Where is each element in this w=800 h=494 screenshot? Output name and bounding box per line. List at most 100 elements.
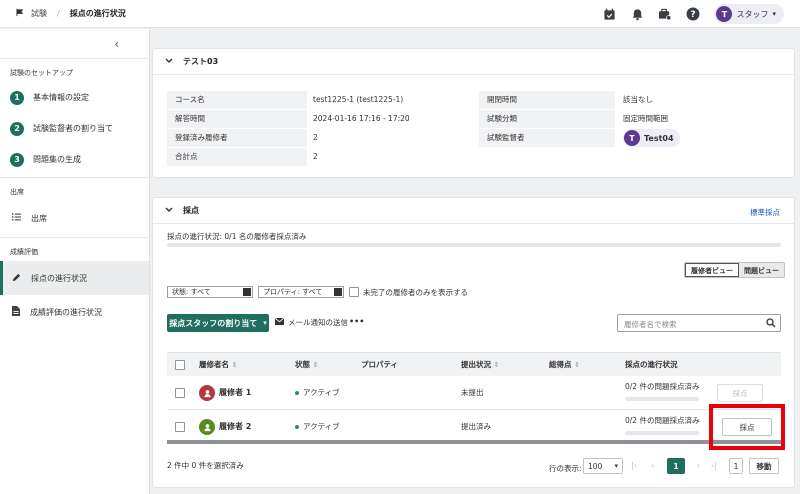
sidebar-item-grade-evaluation[interactable]: 成績評価の進行状況 bbox=[0, 295, 149, 329]
column-student-name[interactable]: 履修者名 ⇕ bbox=[199, 353, 238, 377]
sidebar-item-basic-info[interactable]: 1 基本情報の設定 bbox=[0, 82, 149, 113]
step-number: 3 bbox=[10, 152, 24, 167]
standard-grading-link[interactable]: 標準採点 bbox=[750, 207, 780, 218]
grading-card: 採点 標準採点 採点の進行状況: 0/1 名の履修者採点済み 履修者ビュー 問題… bbox=[152, 197, 795, 488]
grading-progress-bar bbox=[167, 243, 781, 247]
rows-per-page-select[interactable]: 100 ▾ bbox=[583, 458, 623, 474]
go-button[interactable]: 移動 bbox=[749, 458, 779, 474]
attendance-section-title: 出席 bbox=[10, 188, 24, 196]
briefcase-gear-icon[interactable] bbox=[658, 7, 672, 21]
person-avatar-icon bbox=[199, 419, 215, 435]
more-options-icon[interactable]: ••• bbox=[349, 317, 364, 326]
course-label: コース名 bbox=[167, 91, 307, 109]
sidebar-item-proctor-assign[interactable]: 2 試験監督者の割り当て bbox=[0, 113, 149, 144]
column-status[interactable]: 状態 ⇕ bbox=[295, 353, 319, 377]
rows-per-page-label: 行の表示: bbox=[549, 464, 582, 473]
category-label: 試験分類 bbox=[479, 110, 615, 128]
caret-down-icon: ▾ bbox=[614, 462, 618, 470]
sidebar-item-label: 出席 bbox=[31, 213, 47, 223]
sidebar-item-label: 問題集の生成 bbox=[33, 155, 81, 164]
mail-icon bbox=[274, 317, 285, 327]
last-page-icon[interactable]: ›| bbox=[711, 461, 717, 470]
proctor-value: Test04 bbox=[644, 133, 674, 143]
grading-title: 採点 bbox=[183, 206, 199, 215]
breadcrumb-root[interactable]: 試験 bbox=[31, 8, 47, 19]
calendar-check-icon[interactable] bbox=[602, 7, 616, 21]
page-number-input[interactable]: 1 bbox=[729, 458, 743, 474]
student-view-button[interactable]: 履修者ビュー bbox=[685, 263, 739, 277]
grade-button-disabled: 採点 bbox=[717, 384, 763, 402]
row-progress-bar bbox=[625, 397, 699, 401]
document-icon bbox=[12, 306, 20, 318]
exam-card-header[interactable]: テスト03 bbox=[153, 49, 794, 75]
first-page-icon[interactable]: |‹ bbox=[631, 461, 637, 470]
sidebar-item-grading-progress[interactable]: 採点の進行状況 bbox=[0, 261, 149, 295]
grading-progress-text: 採点の進行状況: 0/1 名の履修者採点済み bbox=[167, 232, 307, 241]
sidebar-item-question-set[interactable]: 3 問題集の生成 bbox=[0, 144, 149, 175]
step-number: 1 bbox=[10, 90, 24, 105]
registered-label: 登録済み履修者 bbox=[167, 129, 307, 147]
caret-down-icon: ▾ bbox=[263, 319, 267, 327]
assign-grader-button[interactable]: 採点スタッフの割り当て ▾ bbox=[167, 314, 269, 332]
send-mail-button[interactable]: メール通知の送信 bbox=[274, 317, 348, 328]
open-time-value: 該当なし bbox=[623, 95, 653, 104]
setup-section-title: 試験のセットアップ bbox=[10, 69, 73, 77]
student-search-input[interactable]: 履修者名で検索 bbox=[617, 314, 781, 332]
open-time-label: 開閉時間 bbox=[479, 91, 615, 109]
current-page-button[interactable]: 1 bbox=[667, 458, 685, 474]
rows-per-page-value: 100 bbox=[588, 461, 603, 471]
exam-info-card: テスト03 コース名 test1225-1 (test1225-1) 解答時間 … bbox=[152, 48, 795, 178]
answer-time-value: 2024-01-16 17:16 - 17:20 bbox=[313, 114, 410, 123]
user-name: スタッフ bbox=[736, 9, 769, 19]
column-total-score[interactable]: 総得点 ⇕ bbox=[549, 353, 580, 377]
svg-text:?: ? bbox=[691, 10, 696, 20]
next-page-icon[interactable]: › bbox=[697, 461, 700, 470]
grade-button[interactable]: 採点 bbox=[722, 418, 772, 436]
chevron-down-icon[interactable] bbox=[165, 206, 173, 215]
collapse-sidebar-icon[interactable]: ‹ bbox=[114, 37, 119, 51]
help-icon[interactable]: ? bbox=[686, 7, 700, 21]
sidebar-item-label: 採点の進行状況 bbox=[31, 273, 87, 283]
question-view-button[interactable]: 問題ビュー bbox=[739, 263, 784, 277]
student-status: アクティブ bbox=[295, 376, 340, 410]
column-submission[interactable]: 提出状況 ⇕ bbox=[461, 353, 500, 377]
grading-card-header[interactable]: 採点 標準採点 bbox=[153, 198, 794, 224]
property-filter[interactable]: プロパティ: すべて bbox=[258, 286, 344, 298]
row-progress-bar bbox=[625, 431, 699, 435]
category-value: 固定時間範囲 bbox=[623, 114, 668, 123]
total-label: 合計点 bbox=[167, 148, 307, 166]
exam-title: テスト03 bbox=[183, 57, 219, 66]
student-status: アクティブ bbox=[295, 410, 340, 444]
breadcrumb: 試験 / 採点の進行状況 bbox=[0, 8, 126, 19]
assign-grader-label: 採点スタッフの割り当て bbox=[169, 318, 258, 328]
property-filter-label: プロパティ: すべて bbox=[263, 288, 323, 296]
column-property: プロパティ bbox=[361, 360, 399, 369]
status-filter-label: 状態: すべて bbox=[172, 288, 211, 296]
chevron-down-icon[interactable] bbox=[165, 57, 173, 66]
incomplete-only-checkbox[interactable] bbox=[349, 287, 359, 297]
proctor-chip: T Test04 bbox=[623, 129, 680, 147]
sidebar-item-label: 試験監督者の割り当て bbox=[33, 124, 113, 133]
prev-page-icon[interactable]: ‹ bbox=[651, 461, 654, 470]
edit-icon bbox=[334, 288, 342, 296]
user-menu[interactable]: T スタッフ ▾ bbox=[714, 4, 784, 24]
sidebar-item-attendance[interactable]: 出席 bbox=[0, 201, 149, 235]
status-filter[interactable]: 状態: すべて bbox=[167, 286, 253, 298]
submission-status: 未提出 bbox=[461, 388, 484, 397]
proctor-label: 試験監督者 bbox=[479, 129, 615, 147]
edit-icon bbox=[243, 288, 251, 296]
incomplete-only-label: 未完了の履修者のみを表示する bbox=[363, 288, 468, 297]
row-checkbox[interactable] bbox=[175, 388, 185, 398]
bell-icon[interactable] bbox=[630, 7, 644, 21]
answer-time-label: 解答時間 bbox=[167, 110, 307, 128]
student-name[interactable]: 履修者 2 bbox=[219, 410, 251, 444]
step-number: 2 bbox=[10, 121, 24, 136]
select-all-checkbox[interactable] bbox=[175, 360, 185, 370]
student-name[interactable]: 履修者 1 bbox=[219, 376, 251, 410]
list-icon bbox=[12, 213, 21, 223]
search-icon[interactable] bbox=[766, 318, 776, 330]
search-placeholder: 履修者名で検索 bbox=[624, 320, 677, 329]
sidebar-item-label: 成績評価の進行状況 bbox=[30, 307, 102, 317]
row-checkbox[interactable] bbox=[175, 422, 185, 432]
grade-button-highlight: 採点 bbox=[709, 404, 785, 450]
